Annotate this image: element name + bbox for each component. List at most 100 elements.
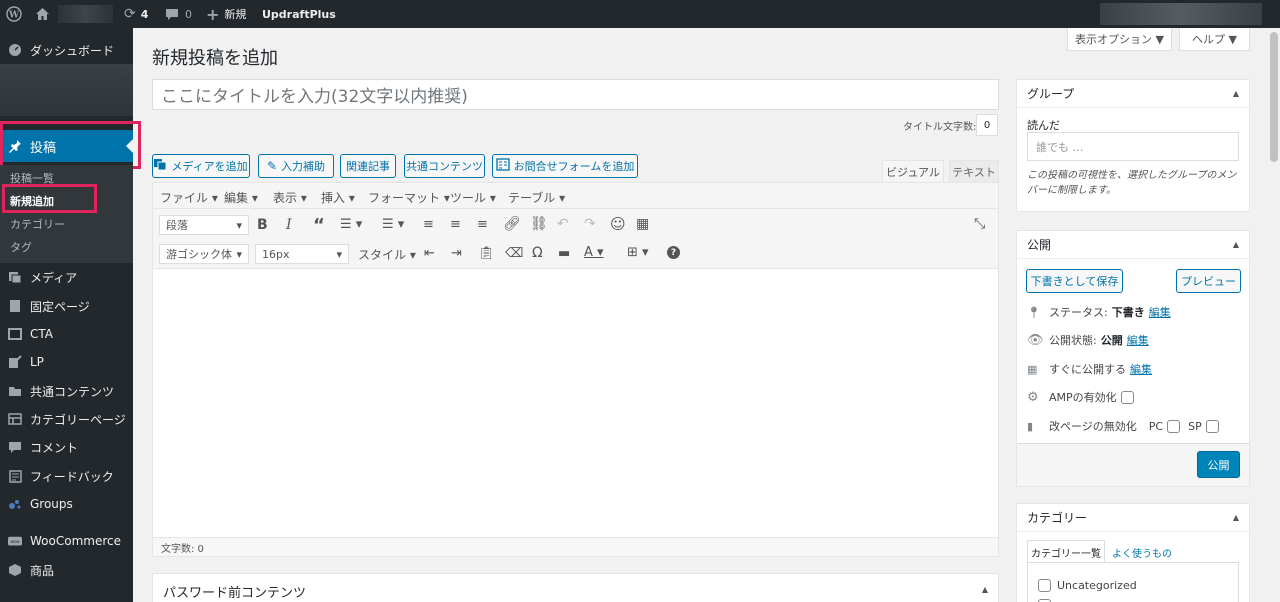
menu-pages[interactable]: 固定ページ	[0, 292, 133, 320]
add-contact-form-button[interactable]: お問合せフォームを追加	[492, 154, 638, 178]
paste-text-icon[interactable]: 📋︎	[478, 246, 495, 261]
edit-schedule-link[interactable]: 編集	[1130, 361, 1152, 377]
shared-content-button[interactable]: 共通コンテンツ	[404, 154, 485, 178]
blurred-menu-items[interactable]	[0, 64, 133, 116]
menu-groups[interactable]: Groups	[0, 490, 133, 518]
menu-format[interactable]: フォーマット ▾	[368, 189, 450, 206]
menu-tools[interactable]: ツール ▾	[450, 189, 496, 206]
menu-lp[interactable]: LP	[0, 348, 133, 376]
related-posts-button[interactable]: 関連記事	[340, 154, 396, 178]
link-icon[interactable]: 🔗︎	[503, 216, 521, 232]
blockquote-icon[interactable]: “	[313, 215, 325, 236]
tab-popular-categories[interactable]: よく使うもの	[1112, 545, 1172, 560]
edit-status-link[interactable]: 編集	[1149, 304, 1171, 320]
edit-visibility-link[interactable]: 編集	[1127, 332, 1149, 348]
tab-visual[interactable]: ビジュアル	[882, 160, 944, 182]
group-panel: グループ ▲ 読んだ 誰でも … この投稿の可視性を、選択したグループのメンバーに…	[1016, 79, 1250, 212]
horizontal-rule-icon[interactable]: ▬	[558, 246, 570, 261]
form-icon	[496, 158, 510, 174]
redo-icon[interactable]: ↷	[584, 216, 596, 232]
save-draft-button[interactable]: 下書きとして保存	[1026, 269, 1123, 293]
pc-checkbox[interactable]	[1167, 419, 1181, 433]
category-panel-header[interactable]: カテゴリー ▲	[1017, 504, 1249, 532]
wordpress-logo-icon[interactable]: W	[6, 0, 22, 28]
category-checkbox[interactable]	[1038, 579, 1051, 592]
editor-content-area[interactable]	[153, 270, 998, 537]
bold-icon[interactable]: B	[257, 217, 268, 233]
undo-icon[interactable]: ↶	[557, 216, 569, 232]
menu-comments[interactable]: コメント	[0, 433, 133, 461]
add-media-button[interactable]: メディアを追加	[152, 154, 250, 178]
group-panel-header[interactable]: グループ ▲	[1017, 80, 1249, 108]
box-icon	[8, 563, 22, 577]
menu-insert[interactable]: 挿入 ▾	[321, 189, 355, 206]
title-input[interactable]: ここにタイトルを入力(32文字以内推奨)	[152, 79, 999, 110]
indent-icon[interactable]: ⇥	[451, 246, 462, 261]
new-content-link[interactable]: + 新規	[206, 0, 246, 28]
font-size-select[interactable]: 16px ▾	[255, 244, 349, 264]
publish-panel-header[interactable]: 公開 ▲	[1017, 231, 1249, 259]
schedule-row: ▦ すぐに公開する 編集	[1027, 361, 1152, 377]
collapse-arrow-icon[interactable]: ▲	[1233, 513, 1239, 522]
menu-products[interactable]: 商品	[0, 556, 133, 584]
font-family-select[interactable]: 游ゴシック体 ▾	[159, 244, 249, 264]
bullet-list-icon[interactable]: ☰ ▾	[340, 217, 362, 232]
updates-link[interactable]: ⟳ 4	[124, 0, 148, 28]
page-scrollbar[interactable]	[1268, 28, 1280, 602]
publish-button[interactable]: 公開	[1197, 451, 1240, 478]
publish-panel: 公開 ▲ 下書きとして保存 プレビュー 📍︎ ステータス: 下書き 編集 👁︎ 公…	[1016, 230, 1250, 487]
menu-shared-content[interactable]: 共通コンテンツ	[0, 377, 133, 405]
menu-media[interactable]: メディア	[0, 263, 133, 291]
home-icon[interactable]	[35, 0, 50, 28]
help-button[interactable]: ヘルプ ▼	[1179, 28, 1250, 51]
outdent-icon[interactable]: ⇤	[424, 246, 435, 261]
menu-view[interactable]: 表示 ▾	[273, 189, 307, 206]
unlink-icon[interactable]: ⛓︎	[530, 216, 548, 232]
site-name-blurred[interactable]	[58, 5, 113, 23]
menu-table[interactable]: テーブル ▾	[508, 189, 565, 206]
clear-format-icon[interactable]: ⌫	[505, 246, 523, 261]
numbered-list-icon[interactable]: ☰ ▾	[382, 217, 404, 232]
toolbar-toggle-icon[interactable]: ▦	[636, 216, 649, 232]
screen-options-button[interactable]: 表示オプション ▼	[1067, 28, 1172, 51]
style-select[interactable]: スタイル ▾	[358, 246, 416, 263]
menu-dashboard[interactable]: ダッシュボード	[0, 36, 133, 64]
category-item: Uncategorized	[1038, 579, 1137, 592]
menu-cta[interactable]: CTA	[0, 320, 133, 348]
paragraph-select[interactable]: 段落 ▾	[159, 215, 249, 235]
align-right-icon[interactable]: ≡	[477, 217, 488, 232]
tab-text[interactable]: テキスト	[949, 160, 999, 182]
help-icon[interactable]: ?	[667, 246, 680, 259]
menu-file[interactable]: ファイル ▾	[160, 189, 218, 206]
input-assist-button[interactable]: ✎ 入力補助	[258, 154, 334, 178]
menu-woocommerce[interactable]: woo WooCommerce	[0, 527, 133, 555]
omega-icon[interactable]: Ω	[532, 245, 543, 261]
collapse-arrow-icon[interactable]: ▲	[1233, 89, 1239, 98]
amp-checkbox[interactable]	[1120, 390, 1134, 404]
user-account-blurred[interactable]	[1100, 3, 1262, 25]
word-count: 文字数: 0	[153, 537, 998, 556]
scrollbar-thumb[interactable]	[1270, 32, 1278, 162]
submenu-tags[interactable]: タグ	[10, 239, 32, 255]
collapse-arrow-icon[interactable]: ▲	[982, 585, 988, 594]
menu-feedback[interactable]: フィードバック	[0, 462, 133, 490]
italic-icon[interactable]: I	[286, 217, 292, 233]
collapse-arrow-icon[interactable]: ▲	[1233, 240, 1239, 249]
submenu-categories[interactable]: カテゴリー	[10, 216, 65, 232]
preview-button[interactable]: プレビュー	[1176, 269, 1241, 293]
plus-icon: +	[206, 4, 220, 24]
group-select-input[interactable]: 誰でも …	[1027, 132, 1239, 161]
menu-category-page[interactable]: カテゴリーページ	[0, 405, 133, 433]
align-center-icon[interactable]: ≡	[450, 217, 461, 232]
tab-all-categories[interactable]: カテゴリー一覧	[1027, 540, 1105, 563]
updraftplus-link[interactable]: UpdraftPlus	[262, 0, 336, 28]
posts-submenu: 投稿一覧 新規追加 カテゴリー タグ	[0, 165, 133, 263]
emoji-icon[interactable]: ☺	[610, 215, 626, 233]
table-insert-icon[interactable]: ⊞ ▾	[627, 245, 649, 260]
sp-checkbox[interactable]	[1205, 419, 1219, 433]
menu-edit[interactable]: 編集 ▾	[224, 189, 258, 206]
align-left-icon[interactable]: ≡	[423, 217, 434, 232]
comments-link[interactable]: 0	[165, 0, 192, 28]
text-color-icon[interactable]: A ▾	[584, 245, 604, 260]
fullscreen-icon[interactable]: ⤡	[974, 216, 985, 232]
